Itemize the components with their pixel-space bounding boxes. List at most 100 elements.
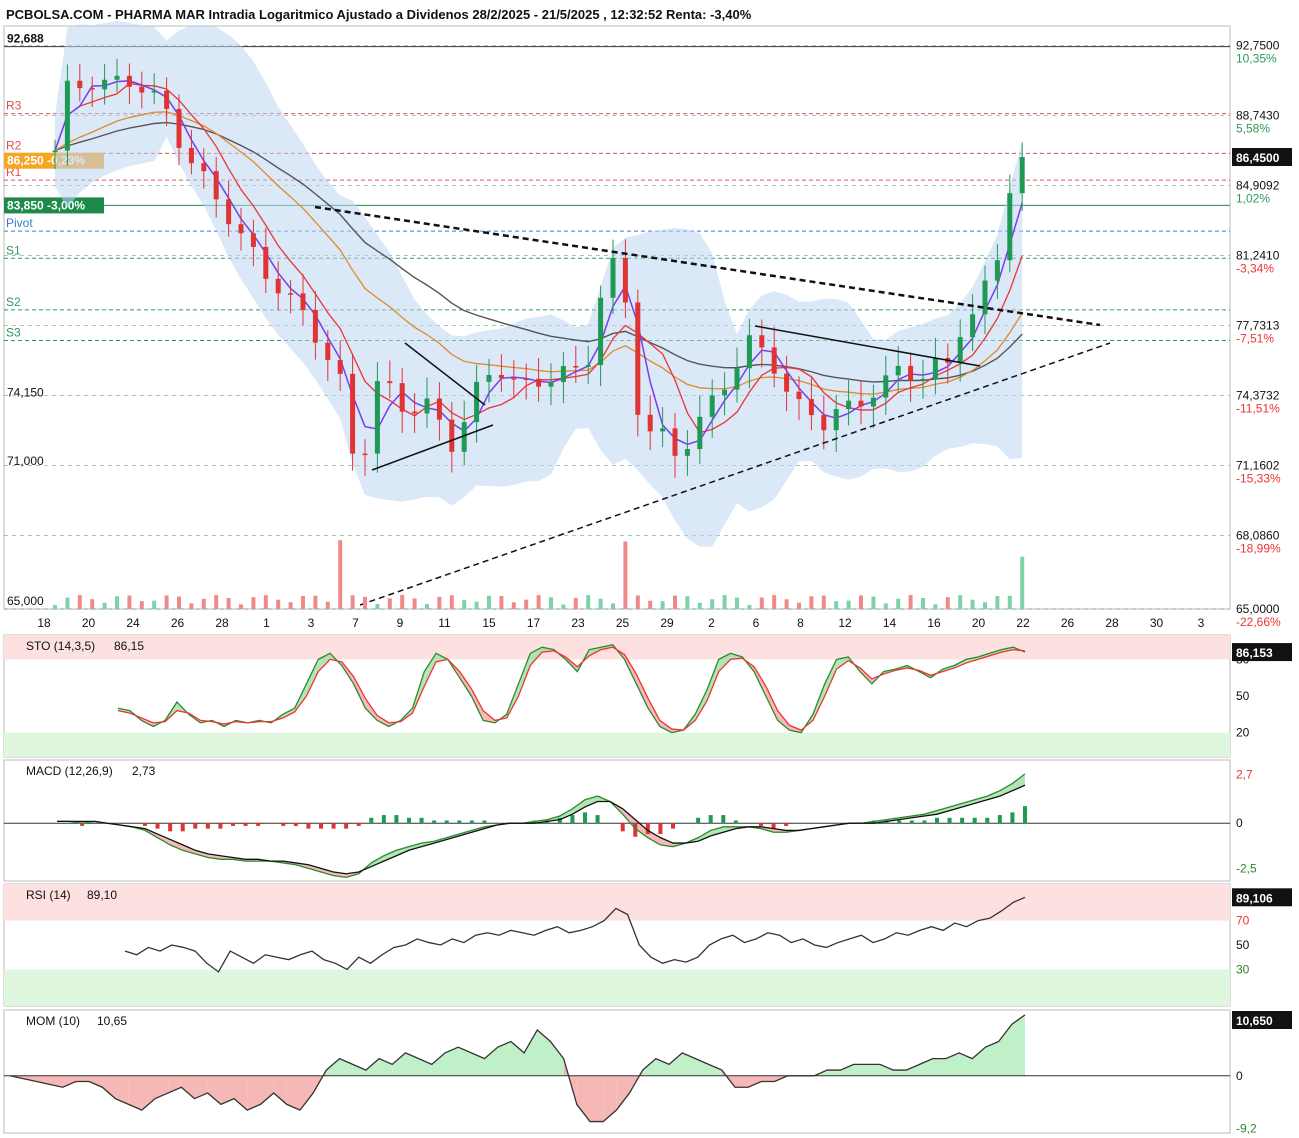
x-tick-label: 28: [1105, 616, 1119, 630]
candle-body: [883, 375, 889, 398]
macd-hist-bar: [671, 823, 675, 829]
zone-band: [4, 969, 1230, 1006]
panel-badge-label: 89,106: [1236, 891, 1273, 905]
candle-body: [536, 378, 542, 387]
mom-area: [735, 1075, 749, 1088]
x-tick-label: 23: [571, 616, 585, 630]
volume-bar: [673, 595, 677, 609]
candle-body: [610, 257, 616, 298]
macd-hist-bar: [419, 817, 424, 824]
volume-bar: [710, 599, 715, 609]
volume-bar: [77, 595, 82, 609]
volume-bar: [945, 597, 950, 609]
candle-body: [560, 366, 566, 383]
chart-title: PCBOLSA.COM - PHARMA MAR Intradia Logari…: [6, 7, 752, 22]
mom-area: [827, 1070, 841, 1076]
panel-y-tick: -2,5: [1236, 861, 1257, 875]
y-pct-label: -7,51%: [1236, 332, 1274, 346]
y-tick-label: 92,7500: [1236, 39, 1280, 53]
pivot-label: R3: [6, 99, 22, 113]
sto-panel: STO (14,3,5)86,1580502086,153: [3, 634, 1292, 758]
candle-body: [114, 75, 120, 80]
volume-bar: [65, 597, 70, 609]
volume-bar: [809, 596, 814, 609]
candle-body: [89, 88, 95, 90]
x-tick-label: 9: [397, 616, 404, 630]
volume-bar: [821, 595, 826, 609]
macd-hist-bar: [444, 820, 449, 824]
y-pct-label: 5,58%: [1236, 122, 1270, 136]
macd-hist-bar: [281, 823, 286, 826]
macd-hist-bar: [960, 817, 965, 824]
candle-body: [622, 257, 628, 303]
volume-bar: [164, 595, 169, 609]
macd-hist-bar: [407, 817, 411, 824]
mom-panel: MOM (10) 10,650-9,210,650: [3, 1009, 1292, 1135]
candle-body: [970, 314, 976, 338]
candle-body: [833, 409, 839, 431]
macd-hist-bar: [369, 817, 374, 824]
mom-area: [853, 1064, 867, 1076]
candle-body: [312, 309, 318, 343]
x-tick-label: 20: [972, 616, 986, 630]
panel-badge-label: 10,650: [1236, 1014, 1273, 1028]
panel-title: MACD (12,26,9): [26, 764, 113, 778]
pivot-label: S2: [6, 295, 21, 309]
macd-hist-bar: [972, 817, 977, 824]
candle-body: [387, 381, 393, 384]
volume-bar: [152, 600, 157, 609]
candle-body: [672, 428, 678, 456]
candle-body: [436, 398, 442, 420]
macd-hist-bar: [432, 820, 437, 824]
candle-body: [350, 373, 356, 454]
mom-area: [1011, 1014, 1025, 1076]
candle-body: [102, 79, 108, 90]
macd-hist-bar: [344, 823, 349, 829]
x-tick-label: 2: [708, 616, 715, 630]
panel-y-tick: 0: [1236, 816, 1243, 830]
candle-body: [895, 365, 901, 376]
x-tick-label: 3: [1198, 616, 1205, 630]
volume-bar: [524, 599, 529, 609]
volume-bar: [586, 595, 591, 609]
macd-hist-bar: [256, 823, 261, 826]
candle-body: [598, 297, 604, 366]
y-pct-label: -18,99%: [1236, 541, 1281, 555]
volume-bar: [338, 540, 343, 609]
macd-hist-bar: [482, 820, 487, 824]
x-tick-label: 16: [927, 616, 941, 630]
candle-body: [362, 453, 368, 456]
volume-bar: [797, 602, 801, 609]
y-pct-label: -3,34%: [1236, 262, 1274, 276]
price-panel: 92,750010,35% 88,74305,58% 84,90921,02% 81,…: [3, 21, 1292, 630]
volume-bar: [573, 597, 578, 609]
candle-body: [870, 397, 876, 407]
volume-bar: [536, 595, 541, 609]
x-tick-label: 12: [838, 616, 852, 630]
macd-hist-bar: [784, 823, 789, 826]
candle-body: [920, 378, 926, 381]
volume-bar: [921, 597, 925, 609]
candle-body: [548, 382, 554, 387]
panel-y-tick: 70: [1236, 914, 1250, 928]
candle-body: [275, 278, 281, 294]
mom-area: [590, 1075, 604, 1122]
x-tick-label: 22: [1016, 616, 1030, 630]
volume-bar: [511, 602, 516, 609]
volume-bar: [859, 595, 863, 609]
candle-body: [697, 416, 703, 450]
volume-bar: [437, 596, 442, 609]
volume-bar: [313, 595, 318, 609]
volume-bar: [983, 602, 987, 609]
candle-body: [226, 199, 232, 225]
volume-bar: [772, 595, 777, 609]
x-tick-label: 30: [1150, 616, 1164, 630]
y-pct-label: -22,66%: [1236, 615, 1281, 629]
macd-hist-bar: [155, 823, 160, 829]
macd-hist-bar: [583, 812, 587, 824]
x-tick-label: 28: [215, 616, 229, 630]
volume-bar: [263, 595, 268, 609]
volume-bar: [251, 597, 256, 609]
candle-body: [238, 224, 244, 234]
y-tick-label: 84,9092: [1236, 179, 1280, 193]
